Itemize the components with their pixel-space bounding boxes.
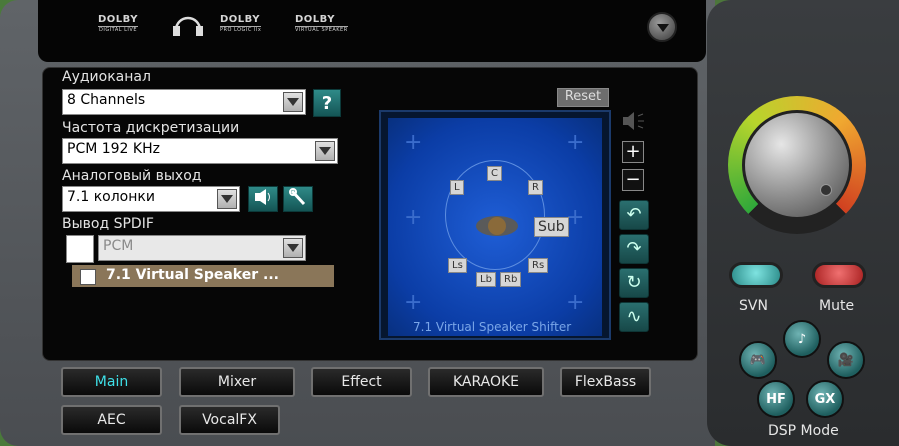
analog-output-select[interactable]: 7.1 колонки (62, 186, 240, 212)
speaker-right-surround[interactable]: Rs (528, 258, 549, 273)
zoom-out-button[interactable]: − (622, 169, 644, 191)
tab-karaoke[interactable]: KARAOKE (428, 367, 544, 397)
speaker-left-surround[interactable]: Ls (448, 258, 467, 273)
rotate-ccw-icon: ↶ (626, 204, 642, 225)
sample-rate-select[interactable]: PCM 192 KHz (62, 138, 338, 164)
rotate-icon: ↻ (626, 272, 642, 293)
tab-mixer[interactable]: Mixer (179, 367, 295, 397)
speaker-right-back[interactable]: Rb (500, 272, 522, 287)
chevron-down-icon (283, 92, 303, 112)
gamepad-icon: 🎮 (749, 352, 767, 368)
speaker-center[interactable]: C (487, 166, 502, 181)
grid-cross: + (566, 205, 585, 230)
sample-rate-label: Частота дискретизации (62, 120, 240, 136)
dsp-gx-button[interactable]: GX (806, 380, 844, 418)
grid-cross: + (566, 130, 585, 155)
dolby-virtual-speaker-logo: DOLBY VIRTUAL SPEAKER (295, 14, 348, 33)
path-icon: ∿ (626, 306, 642, 327)
knob-indicator (820, 184, 832, 196)
virtual-speaker-toggle[interactable]: 7.1 Virtual Speaker ... (72, 265, 334, 287)
speaker-shifter-caption: 7.1 Virtual Speaker Shifter (413, 320, 572, 334)
speaker-left-back[interactable]: Lb (476, 272, 496, 287)
spdif-select[interactable]: PCM (98, 235, 306, 261)
menu-dropdown-button[interactable] (647, 12, 677, 42)
tab-effect[interactable]: Effect (311, 367, 412, 397)
dolby-digital-live-logo: DOLBY DIGITAL LIVE (98, 14, 138, 33)
speaker-right[interactable]: R (528, 180, 543, 195)
zoom-in-button[interactable]: + (622, 141, 644, 163)
speaker-subwoofer[interactable]: Sub (534, 217, 569, 237)
dsp-hf-button[interactable]: HF (757, 380, 795, 418)
rotate-full-button[interactable]: ↻ (619, 268, 649, 298)
mute-label: Mute (819, 298, 855, 314)
dsp-movie-button[interactable]: 🎥 (827, 341, 865, 379)
speaker-config-button[interactable] (283, 186, 313, 212)
mute-button[interactable] (812, 262, 866, 288)
speaker-icon (252, 188, 274, 211)
rotate-free-button[interactable]: ∿ (619, 302, 649, 332)
wrench-icon (288, 187, 308, 211)
movie-camera-icon: 🎥 (837, 352, 855, 368)
audio-channel-value: 8 Channels (67, 92, 146, 108)
tab-flexbass[interactable]: FlexBass (560, 367, 651, 397)
analog-output-value: 7.1 колонки (67, 189, 155, 205)
master-volume-knob[interactable] (742, 110, 852, 220)
tab-main[interactable]: Main (61, 367, 162, 397)
chevron-down-icon (217, 189, 237, 209)
grid-cross: + (566, 290, 585, 315)
grid-cross: + (404, 290, 423, 315)
speaker-test-button[interactable] (248, 186, 278, 212)
reset-button[interactable]: Reset (557, 88, 609, 107)
dsp-game-button[interactable]: 🎮 (739, 341, 777, 379)
volume-icon (621, 110, 647, 132)
dolby-pro-logic-logo: DOLBY PRO LOGIC IIx (220, 14, 262, 33)
spdif-checkbox[interactable] (66, 235, 94, 263)
analog-output-label: Аналоговый выход (62, 168, 202, 184)
listener-head-icon (474, 214, 520, 238)
rotate-cw-icon: ↷ (626, 238, 642, 259)
spdif-output-label: Вывод SPDIF (62, 216, 154, 232)
music-note-icon: ♪ (797, 331, 807, 347)
sample-rate-value: PCM 192 KHz (67, 141, 160, 157)
virtual-speaker-checkbox[interactable] (80, 269, 96, 285)
dsp-mode-label: DSP Mode (768, 423, 839, 439)
audio-channel-label: Аудиоканал (62, 69, 151, 85)
svn-button[interactable] (729, 262, 783, 288)
dsp-music-button[interactable]: ♪ (783, 320, 821, 358)
grid-cross: + (404, 205, 423, 230)
headphones-icon (170, 12, 206, 38)
chevron-down-icon (315, 141, 335, 161)
help-button[interactable]: ? (313, 89, 341, 117)
tab-aec[interactable]: AEC (61, 405, 162, 435)
top-bar (38, 0, 706, 62)
rotate-ccw-button[interactable]: ↶ (619, 200, 649, 230)
audio-channel-select[interactable]: 8 Channels (62, 89, 306, 115)
spdif-value: PCM (103, 238, 134, 254)
speaker-left[interactable]: L (450, 180, 464, 195)
chevron-down-icon (283, 238, 303, 258)
tab-vocalfx[interactable]: VocalFX (179, 405, 280, 435)
grid-cross: + (404, 130, 423, 155)
svn-label: SVN (739, 298, 768, 314)
virtual-speaker-label: 7.1 Virtual Speaker ... (106, 267, 279, 283)
rotate-cw-button[interactable]: ↷ (619, 234, 649, 264)
